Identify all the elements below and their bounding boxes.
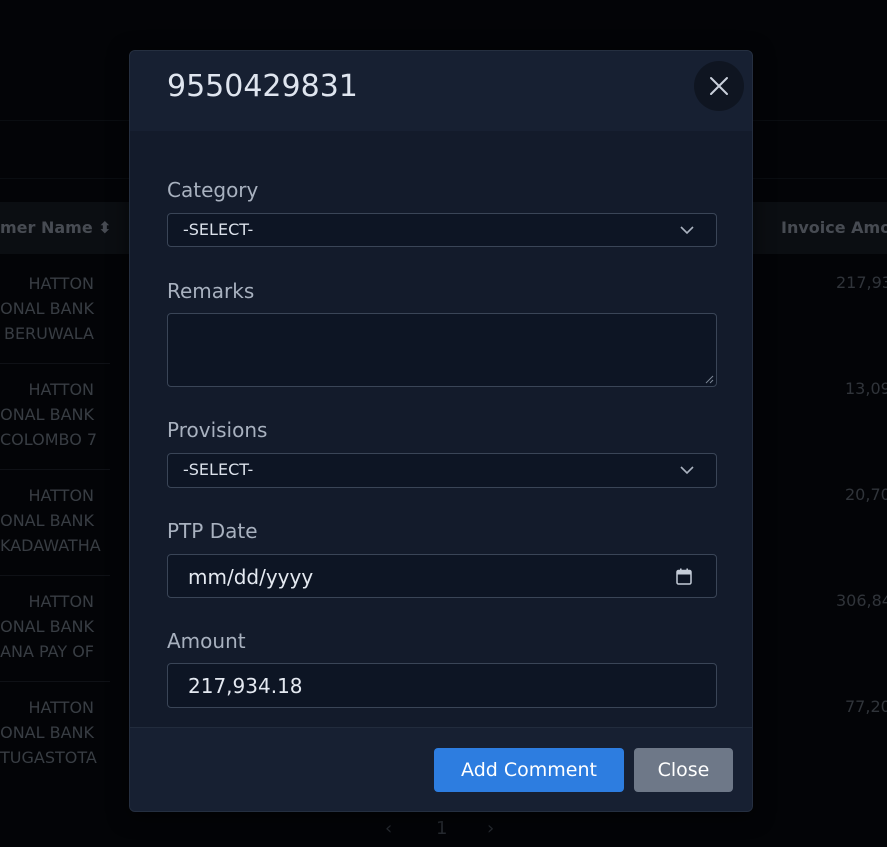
ptp-date-input[interactable]: mm/dd/yyyy xyxy=(167,554,717,598)
amount-value: 217,934.18 xyxy=(188,674,303,698)
category-label: Category xyxy=(167,178,259,202)
ptp-date-label: PTP Date xyxy=(167,519,258,543)
provisions-select[interactable]: -SELECT- xyxy=(167,453,717,488)
amount-label: Amount xyxy=(167,629,246,653)
close-icon xyxy=(710,77,728,95)
resize-handle-icon[interactable] xyxy=(705,375,714,384)
provisions-label: Provisions xyxy=(167,418,268,442)
close-modal-button[interactable] xyxy=(694,61,744,111)
modal-title: 9550429831 xyxy=(167,69,358,104)
remarks-label: Remarks xyxy=(167,279,255,303)
chevron-down-icon xyxy=(680,466,694,475)
calendar-icon[interactable] xyxy=(676,568,692,585)
chevron-down-icon xyxy=(680,226,694,235)
remarks-textarea[interactable] xyxy=(167,313,717,387)
modal-footer: Add Comment Close xyxy=(130,727,752,811)
modal-header: 9550429831 xyxy=(130,51,752,132)
category-select[interactable]: -SELECT- xyxy=(167,213,717,247)
category-selected-value: -SELECT- xyxy=(183,220,254,239)
comment-modal: 9550429831 Category -SELECT- Remarks Pro… xyxy=(129,50,753,812)
amount-input[interactable]: 217,934.18 xyxy=(167,663,717,708)
provisions-selected-value: -SELECT- xyxy=(183,460,254,479)
close-button[interactable]: Close xyxy=(634,748,733,792)
add-comment-button[interactable]: Add Comment xyxy=(434,748,624,792)
ptp-date-placeholder: mm/dd/yyyy xyxy=(188,565,314,589)
